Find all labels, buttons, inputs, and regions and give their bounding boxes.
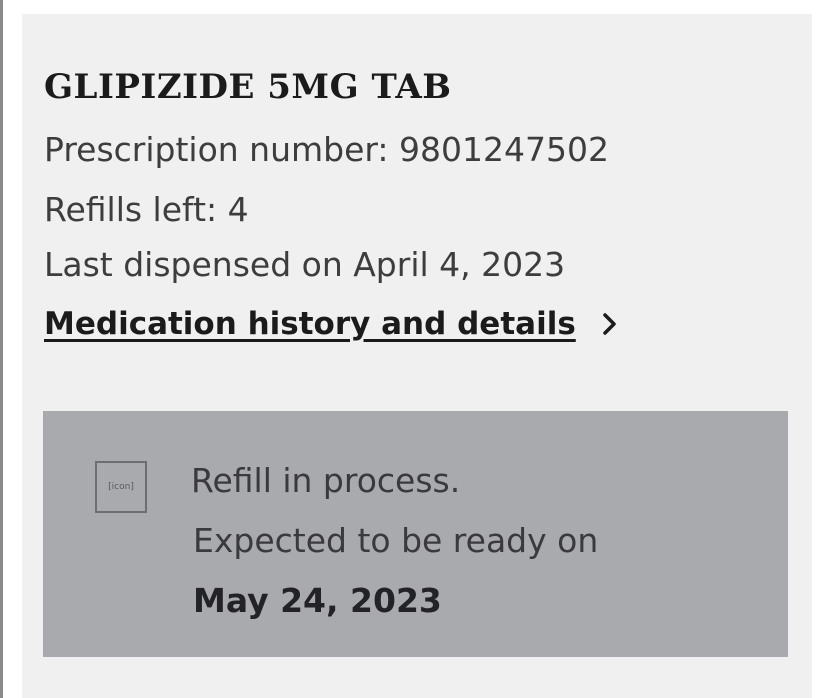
refill-status-alert: [icon] Refill in process. Expected to be… (43, 411, 788, 657)
prescription-number: Prescription number: 9801247502 (44, 130, 609, 169)
prescription-card: GLIPIZIDE 5MG TAB Prescription number: 9… (22, 14, 812, 698)
left-divider (0, 0, 3, 698)
medication-name: GLIPIZIDE 5MG TAB (44, 67, 452, 107)
expected-ready-text: Expected to be ready on (193, 521, 599, 560)
chevron-right-icon (598, 312, 622, 336)
expected-ready-date: May 24, 2023 (193, 581, 442, 620)
refills-left: Refills left: 4 (44, 190, 249, 229)
medication-history-link-label: Medication history and details (44, 306, 576, 342)
refill-status-icon: [icon] (95, 461, 147, 513)
last-dispensed: Last dispensed on April 4, 2023 (44, 245, 566, 284)
refill-status-line: Refill in process. (191, 461, 461, 500)
medication-history-link[interactable]: Medication history and details (44, 304, 622, 344)
refill-status-message: Refill in process. Expected to be ready … (191, 451, 598, 631)
